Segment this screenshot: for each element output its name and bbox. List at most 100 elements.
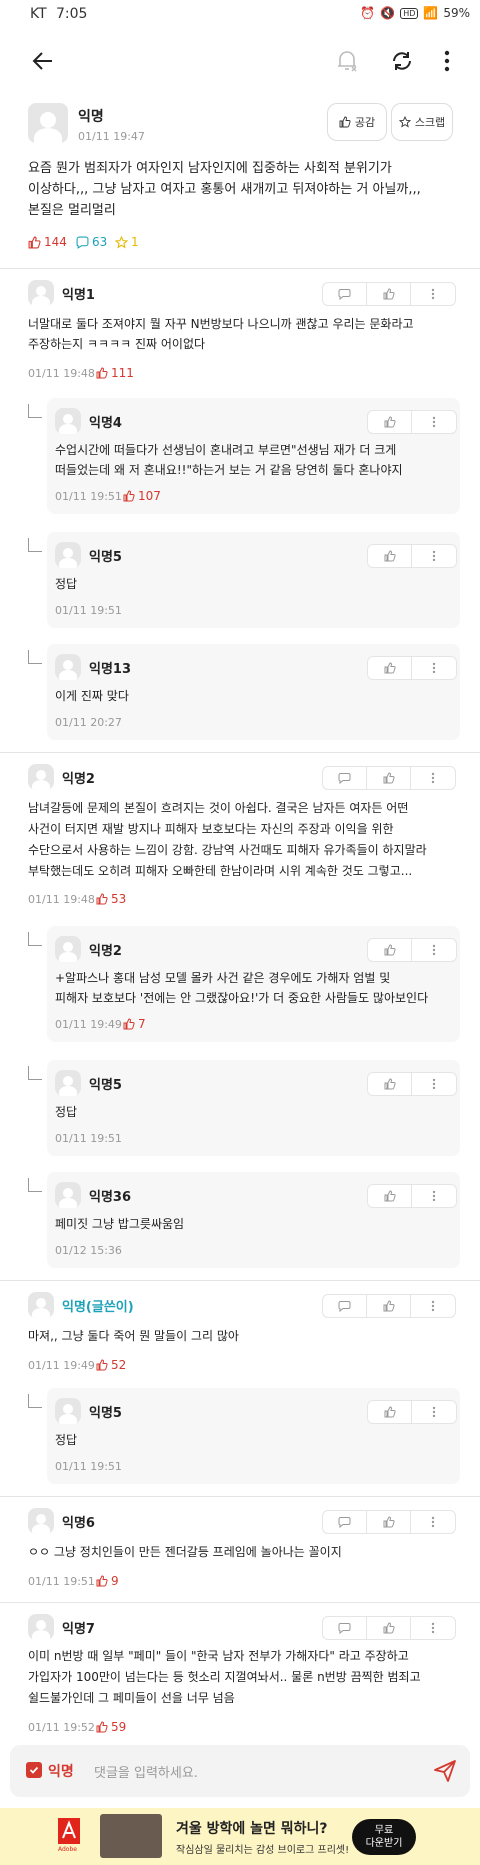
more-button[interactable] — [411, 283, 455, 305]
avatar — [28, 103, 68, 143]
avatar — [28, 1614, 54, 1640]
thumbs-up-icon — [384, 1406, 396, 1418]
bell-off-icon — [338, 51, 357, 72]
ad-banner[interactable]: Adobe 겨울 방학에 놀면 뭐하니? 작심삼일 물리치는 감성 브이로그 프… — [0, 1808, 480, 1865]
comment-actions — [322, 766, 456, 790]
reply-button[interactable] — [323, 1511, 367, 1533]
more-button[interactable] — [412, 657, 456, 679]
reply-actions — [367, 656, 457, 680]
thumbs-up-icon — [339, 116, 351, 128]
like-button[interactable] — [368, 411, 412, 433]
more-vertical-icon — [431, 1300, 435, 1312]
comment-actions — [322, 282, 456, 306]
thumbs-up-icon — [383, 772, 395, 784]
carrier-label: KT — [30, 6, 47, 22]
battery-level: 59% — [443, 6, 470, 20]
more-vertical-icon — [432, 662, 436, 674]
divider — [0, 752, 480, 753]
like-button[interactable] — [368, 1401, 412, 1423]
reply-body: 페미짓 그냥 밥그릇싸움임 — [55, 1214, 184, 1234]
comment-body: 남녀갈등에 문제의 본질이 흐려지는 것이 아쉽다. 결국은 남자든 여자든 어… — [28, 798, 468, 882]
thumbs-up-icon — [384, 550, 396, 562]
refresh-button[interactable] — [385, 44, 419, 78]
reply-item: 익명5 정답 01/11 19:51 — [47, 1060, 460, 1156]
post-body-line: 이상하다,,, 그냥 남자고 여자고 홍통어 새개끼고 뒤져야하는 거 아닐까,… — [28, 182, 421, 197]
back-button[interactable] — [28, 46, 58, 76]
ad-download-button[interactable]: 무료 다운받기 — [352, 1819, 416, 1855]
comment-input[interactable]: 댓글을 입력하세요. — [94, 1762, 198, 1781]
comment-body: 이미 n번방 때 일부 "페미" 들이 "한국 남자 전부가 가해자다" 라고 … — [28, 1646, 468, 1709]
more-vertical-icon — [432, 944, 436, 956]
more-button[interactable] — [412, 545, 456, 567]
comment-time: 01/11 19:48 — [28, 893, 95, 906]
comment-likes: 9 — [96, 1574, 119, 1588]
comment-line: 부탁했는데도 오히려 피해자 오빠한테 한남이라며 시위 계속한 것도 그렇고.… — [28, 864, 413, 878]
reply-body: +알파스나 홍대 남성 모델 몰카 사건 같은 경우에도 가해자 엄벌 및 피해… — [55, 968, 457, 1008]
reply-time: 01/11 19:49 — [55, 1018, 122, 1031]
more-vertical-icon — [432, 1190, 436, 1202]
more-button[interactable] — [412, 1401, 456, 1423]
more-button[interactable] — [412, 1185, 456, 1207]
comment-author: 익명6 — [62, 1516, 95, 1531]
thumbs-up-icon — [384, 944, 396, 956]
reply-likes: 7 — [123, 1017, 146, 1031]
like-button[interactable] — [368, 939, 412, 961]
status-bar: KT 7:05 ⏰ 🔇 HD 📶 59% — [0, 0, 480, 30]
like-button[interactable] — [367, 283, 411, 305]
like-button[interactable] — [368, 1073, 412, 1095]
thumbs-up-icon — [96, 1721, 108, 1733]
reply-item: 익명5 정답 01/11 19:51 — [47, 532, 460, 628]
reply-body: 정답 — [55, 1102, 77, 1122]
like-button[interactable] — [367, 767, 411, 789]
notification-off-button[interactable] — [330, 44, 364, 78]
thumbs-up-icon — [384, 416, 396, 428]
like-button[interactable] — [368, 1185, 412, 1207]
send-button[interactable] — [430, 1757, 460, 1785]
post-scraps-count: 1 — [131, 235, 139, 249]
comment-time: 01/11 19:49 — [28, 1359, 95, 1372]
more-button[interactable] — [411, 1295, 455, 1317]
comment-likes: 59 — [96, 1720, 126, 1734]
more-menu-button[interactable] — [432, 44, 462, 78]
mute-icon: 🔇 — [380, 6, 396, 20]
reply-author: 익명5 — [89, 550, 122, 565]
reply-line: 피해자 보호보다 '전에는 안 그랬잖아요!'가 더 중요한 사람들도 많아보인… — [55, 991, 429, 1005]
like-button[interactable] — [367, 1617, 411, 1639]
check-icon — [29, 1766, 39, 1774]
comment-likes: 53 — [96, 892, 126, 906]
comment-line: 사건이 터지면 재발 방지나 피해자 보호보다는 자신의 주장과 이익을 위한 — [28, 822, 394, 836]
more-button[interactable] — [411, 767, 455, 789]
more-button[interactable] — [412, 1073, 456, 1095]
reply-line: 이게 진짜 맞다 — [55, 689, 129, 703]
post-comments-count: 63 — [92, 235, 108, 249]
more-button[interactable] — [412, 411, 456, 433]
reply-button[interactable] — [323, 1295, 367, 1317]
like-button[interactable] — [367, 1295, 411, 1317]
more-button[interactable] — [411, 1617, 455, 1639]
more-button[interactable] — [411, 1511, 455, 1533]
like-button[interactable] — [368, 545, 412, 567]
reply-author: 익명4 — [89, 416, 122, 431]
thumbs-up-icon — [383, 1622, 395, 1634]
comment-icon — [338, 772, 351, 784]
scrap-button[interactable]: 스크랩 — [391, 103, 453, 141]
adobe-logo-icon — [58, 1818, 80, 1844]
comment-line: 너말대로 둘다 조져야지 뭘 자꾸 N번방보다 나으니까 괜찮고 우리는 문화라… — [28, 317, 414, 331]
reply-button[interactable] — [323, 283, 367, 305]
comment-icon — [338, 1516, 351, 1528]
reply-button[interactable] — [323, 767, 367, 789]
more-button[interactable] — [412, 939, 456, 961]
avatar — [28, 1292, 54, 1318]
divider — [0, 1280, 480, 1281]
reply-likes: 107 — [123, 489, 161, 503]
avatar — [55, 654, 81, 680]
comment-time: 01/11 19:48 — [28, 367, 95, 380]
like-button[interactable]: 공감 — [327, 103, 387, 141]
like-button[interactable] — [367, 1511, 411, 1533]
like-button[interactable] — [368, 657, 412, 679]
app-bar — [0, 40, 480, 80]
reply-button[interactable] — [323, 1617, 367, 1639]
comment-icon — [76, 236, 89, 249]
reply-item: 익명5 정답 01/11 19:51 — [47, 1388, 460, 1484]
anonymous-checkbox[interactable] — [26, 1762, 42, 1778]
